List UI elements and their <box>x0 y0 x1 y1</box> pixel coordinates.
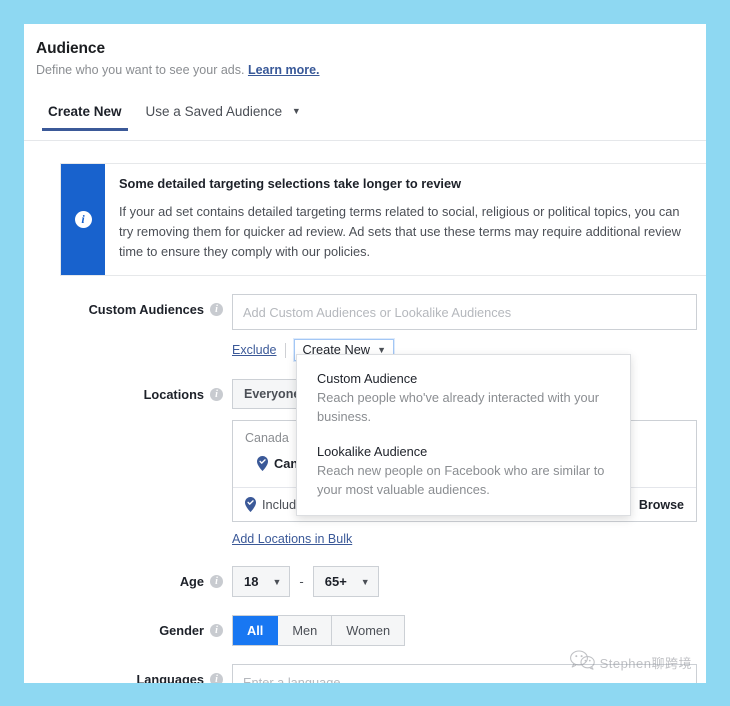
learn-more-link[interactable]: Learn more. <box>248 63 320 77</box>
gender-control: All Men Women <box>232 615 688 647</box>
gender-segmented-control: All Men Women <box>232 615 406 647</box>
locations-label: Locations i <box>42 379 232 402</box>
gender-label-text: Gender <box>159 623 204 639</box>
page-subtitle: Define who you want to see your ads. Lea… <box>36 63 706 77</box>
tab-use-saved-audience[interactable]: Use a Saved Audience ▼ <box>134 104 313 131</box>
locations-label-text: Locations <box>143 387 204 403</box>
locations-browse-control[interactable]: Browse <box>627 495 684 514</box>
banner-accent-bar: i <box>61 164 105 276</box>
watermark: Stephen聊跨境 <box>569 650 692 675</box>
age-max-select[interactable]: 65+ ▼ <box>312 566 379 598</box>
dropdown-item-lookalike-audience[interactable]: Lookalike Audience Reach new people on F… <box>317 444 610 499</box>
gender-row: Gender i All Men Women <box>42 615 688 647</box>
audience-tabs: Create New Use a Saved Audience ▼ <box>24 104 706 141</box>
tab-create-new-label: Create New <box>48 104 122 119</box>
banner-body: Some detailed targeting selections take … <box>105 164 706 275</box>
tab-use-saved-audience-label: Use a Saved Audience <box>145 104 283 119</box>
gender-option-women[interactable]: Women <box>332 616 405 646</box>
age-row: Age i 18 ▼ - 65+ ▼ <box>42 566 688 598</box>
languages-label-text: Languages <box>136 672 204 683</box>
age-label: Age i <box>42 566 232 589</box>
age-min-value: 18 <box>244 574 259 590</box>
page-title: Audience <box>36 40 105 57</box>
gender-option-women-label: Women <box>346 623 391 639</box>
watermark-text: Stephen聊跨境 <box>599 656 692 671</box>
gender-option-all[interactable]: All <box>233 616 279 646</box>
dropdown-item-custom-audience-title: Custom Audience <box>317 371 418 386</box>
age-max-value: 65+ <box>324 574 347 590</box>
tab-create-new[interactable]: Create New <box>36 104 134 131</box>
banner-title: Some detailed targeting selections take … <box>119 176 462 191</box>
dropdown-item-custom-audience[interactable]: Custom Audience Reach people who've alre… <box>317 371 610 426</box>
targeting-review-banner: i Some detailed targeting selections tak… <box>60 163 706 277</box>
card-header: Audience Define who you want to see your… <box>24 24 706 77</box>
languages-placeholder: Enter a language... <box>243 674 352 683</box>
dropdown-item-lookalike-audience-desc: Reach new people on Facebook who are sim… <box>317 463 605 497</box>
chevron-down-icon: ▼ <box>291 106 301 116</box>
banner-text: If your ad set contains detailed targeti… <box>119 204 681 259</box>
divider <box>285 342 287 358</box>
locations-browse-label: Browse <box>638 497 684 512</box>
question-mark-icon[interactable]: i <box>210 303 223 317</box>
age-label-text: Age <box>179 574 204 590</box>
custom-audiences-control: Add Custom Audiences or Lookalike Audien… <box>232 294 697 362</box>
gender-option-men-label: Men <box>292 623 318 639</box>
languages-label: Languages i <box>42 664 232 683</box>
chevron-down-icon: ▼ <box>272 576 282 587</box>
gender-label: Gender i <box>42 615 232 638</box>
custom-audiences-row: Custom Audiences i Add Custom Audiences … <box>42 294 697 362</box>
custom-audiences-input[interactable]: Add Custom Audiences or Lookalike Audien… <box>232 294 697 331</box>
question-mark-icon[interactable]: i <box>210 624 223 638</box>
chevron-down-icon: ▼ <box>360 576 370 587</box>
dropdown-item-lookalike-audience-title: Lookalike Audience <box>317 444 428 460</box>
dropdown-item-custom-audience-desc: Reach people who've already interacted w… <box>317 390 600 424</box>
age-min-select[interactable]: 18 ▼ <box>232 566 291 598</box>
question-mark-icon[interactable]: i <box>210 388 223 402</box>
age-range-separator: - <box>299 574 304 590</box>
locations-scope-label: Everyone <box>244 387 301 402</box>
custom-audiences-label: Custom Audiences i <box>42 294 232 317</box>
map-pin-icon <box>257 456 268 472</box>
custom-audiences-placeholder: Add Custom Audiences or Lookalike Audien… <box>243 304 512 320</box>
audience-card: Audience Define who you want to see your… <box>24 24 706 683</box>
info-icon: i <box>74 211 92 229</box>
create-new-audience-dropdown: Custom Audience Reach people who've alre… <box>296 354 631 517</box>
age-control: 18 ▼ - 65+ ▼ <box>232 566 688 598</box>
map-pin-icon <box>245 497 256 513</box>
gender-option-all-label: All <box>247 623 264 639</box>
custom-audiences-label-text: Custom Audiences <box>88 302 204 318</box>
question-mark-icon[interactable]: i <box>210 575 223 589</box>
subtitle-text: Define who you want to see your ads. <box>36 63 245 77</box>
locations-include-control[interactable]: Include <box>245 497 303 513</box>
question-mark-icon[interactable]: i <box>210 673 223 683</box>
exclude-link[interactable]: Exclude <box>232 343 285 357</box>
gender-option-men[interactable]: Men <box>278 616 333 646</box>
wechat-icon <box>569 650 596 675</box>
add-locations-in-bulk-link[interactable]: Add Locations in Bulk <box>232 532 352 546</box>
